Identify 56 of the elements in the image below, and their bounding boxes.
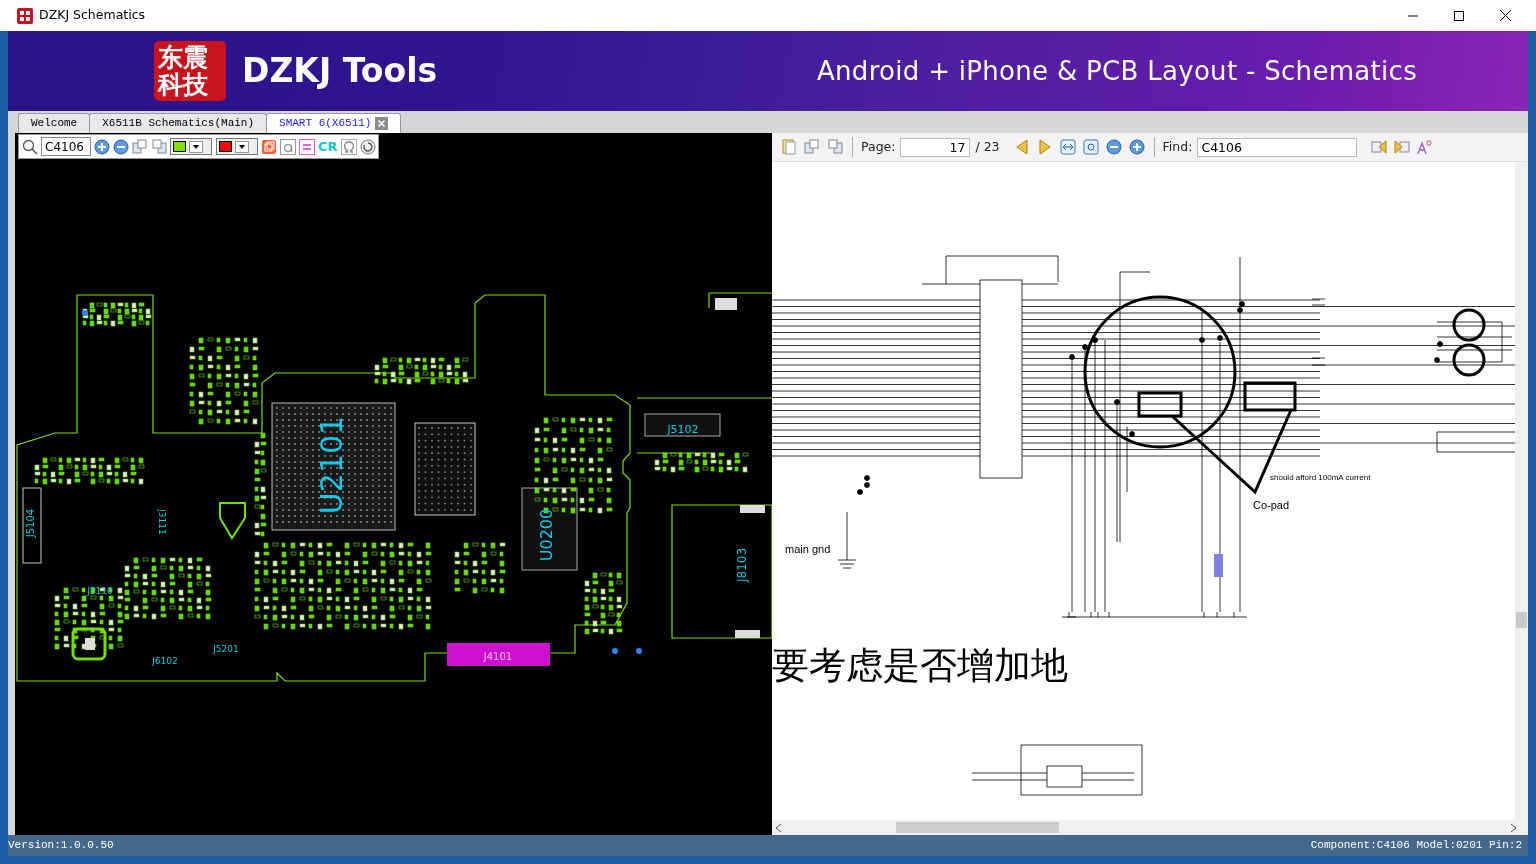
fit-page-button[interactable] [1081,138,1100,156]
document-tab[interactable]: SMART 6(X6511) [266,113,402,133]
search-field[interactable]: C4106 [41,137,91,156]
note-text: should afford 100mA current [1270,473,1371,482]
version-text: Version:1.0.0.50 [8,838,114,854]
maximize-icon [1454,10,1464,21]
note-text: main gnd [785,543,831,555]
page-total: / 23 [975,137,1000,156]
component-designator: J5102 [667,423,699,436]
zoom-out-button[interactable] [113,137,129,156]
component-designator: U0200 [536,508,556,562]
find-field[interactable]: C4106 [1197,137,1358,157]
fit-width-button[interactable] [1058,138,1077,156]
component-designator: J5201 [213,643,239,654]
component-designator: J4101 [483,651,513,662]
page-label: Page: [861,137,896,156]
equal-button[interactable] [299,137,315,156]
open-button[interactable] [780,138,798,156]
note-text: Co-pad [1253,499,1290,511]
document-tab[interactable]: X6511B Schematics(Main) [89,113,268,133]
annotation-text: 要考虑是否增加地 [772,644,1068,687]
zoom-in-button[interactable] [1127,138,1146,156]
app-icon [17,7,33,24]
component-designator: J6102 [152,655,178,666]
reset-button[interactable] [359,137,376,156]
horizontal-scrollbar[interactable] [772,820,1528,835]
document-tab[interactable]: Welcome [18,113,91,133]
component-info: Component:C4106 Model:0201 Pin:2 [1310,838,1522,854]
vertical-scrollbar[interactable] [1515,162,1528,820]
component-designator: U2101 [313,415,349,515]
font-button[interactable] [1416,138,1435,156]
close-icon [1499,10,1511,21]
rotate-right-button[interactable] [132,137,148,156]
color-dropdown[interactable] [170,138,212,155]
search-button[interactable] [22,137,38,156]
text-button[interactable] [280,137,296,156]
zoom-in-button[interactable] [94,137,110,156]
find-next-button[interactable] [1393,138,1412,156]
brand-name: DZKJ Tools [242,50,438,93]
page-field[interactable]: 17 [900,137,971,157]
find-label: Find: [1162,137,1193,156]
logo: 东震科技 [154,41,226,101]
component-designator: J8103 [734,547,749,583]
rotate-left-button[interactable] [826,138,844,156]
layers-button[interactable] [261,137,277,156]
tab-close-button[interactable] [375,117,389,130]
component-designator: J3111 [156,509,167,535]
find-previous-button[interactable] [1370,138,1389,156]
component-designator: J5104 [25,508,36,538]
rotate-right-button[interactable] [803,138,821,156]
omega-button[interactable] [340,137,357,156]
zoom-out-button[interactable] [1104,138,1123,156]
rotate-left-button[interactable] [151,137,167,156]
tagline: Android + iPhone & PCB Layout - Schematics [816,54,1417,88]
color-dropdown[interactable] [216,138,258,155]
window-title: DZKJ Schematics [39,6,146,25]
